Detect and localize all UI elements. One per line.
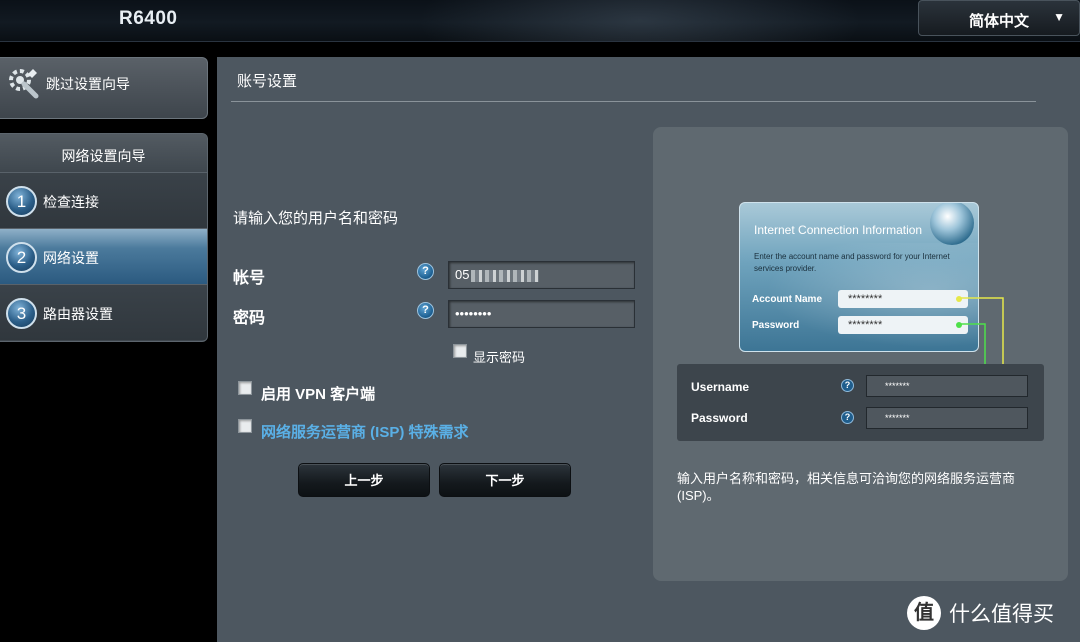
account-help-icon[interactable]: ? [417,263,434,280]
step-network-settings[interactable]: 2 网络设置 [0,228,207,284]
sample-form-illustration: Username ? ******* Password ? ******* [677,364,1044,441]
show-password-checkbox[interactable] [453,344,467,358]
main-content: 账号设置 请输入您的用户名和密码 帐号 ? 05 密码 ? •••••••• 显… [217,57,1080,642]
password-label: 密码 [233,310,266,327]
sample-username-mask: ******* [866,375,1028,397]
account-label: 帐号 [233,270,266,287]
watermark-text: 什么值得买 [949,603,1054,626]
help-description: 输入用户名称和密码，相关信息可洽询您的网络服务运营商 (ISP)。 [677,471,1016,503]
connector-lines [957,297,1004,420]
account-value: 05 [455,267,470,282]
vpn-client-checkbox[interactable] [238,381,252,395]
skip-wizard-button[interactable]: 跳过设置向导 [0,57,208,119]
header-glow [380,0,900,41]
step-label: 检查连接 [43,194,99,210]
watermark: 值 什么值得买 [907,596,1054,630]
page-title: 账号设置 [237,73,298,90]
isp-requirements-link[interactable]: 网络服务运营商 (ISP) 特殊需求 [261,421,469,442]
watermark-logo: 值 [907,596,941,630]
router-model: R6400 [119,8,178,29]
step-number: 3 [6,298,37,329]
step-label: 路由器设置 [43,306,113,322]
skip-wizard-label: 跳过设置向导 [46,76,130,92]
language-select[interactable]: 简体中文 ▼ [918,0,1080,36]
help-info-panel: Internet Connection Information Enter th… [653,127,1068,581]
wrench-icon [9,69,39,99]
vpn-client-label: 启用 VPN 客户端 [261,386,376,403]
password-help-icon[interactable]: ? [417,302,434,319]
redacted-blur [471,269,540,282]
password-input[interactable]: •••••••• [448,300,635,328]
next-button[interactable]: 下一步 [439,463,571,497]
wizard-title: 网络设置向导 [0,134,207,172]
step-check-connection[interactable]: 1 检查连接 [0,172,207,228]
title-divider [231,101,1036,102]
sample-help-icon: ? [841,411,854,424]
wizard-steps-panel: 网络设置向导 1 检查连接 2 网络设置 3 路由器设置 [0,133,208,342]
sample-username-label: Username [691,380,750,394]
isp-requirements-checkbox[interactable] [238,419,252,433]
step-number: 1 [6,186,37,217]
previous-button[interactable]: 上一步 [298,463,430,497]
form-prompt: 请输入您的用户名和密码 [233,210,399,227]
step-number: 2 [6,242,37,273]
chevron-down-icon: ▼ [1053,10,1065,24]
header-bar: R6400 简体中文 ▼ [0,0,1080,42]
language-label: 简体中文 [969,13,1030,30]
step-router-settings[interactable]: 3 路由器设置 [0,284,207,340]
step-label: 网络设置 [43,250,99,266]
account-input[interactable]: 05 [448,261,635,289]
show-password-label: 显示密码 [473,350,526,365]
sample-password-mask: ******* [866,407,1028,429]
sample-password-label: Password [691,411,748,425]
sample-help-icon: ? [841,379,854,392]
